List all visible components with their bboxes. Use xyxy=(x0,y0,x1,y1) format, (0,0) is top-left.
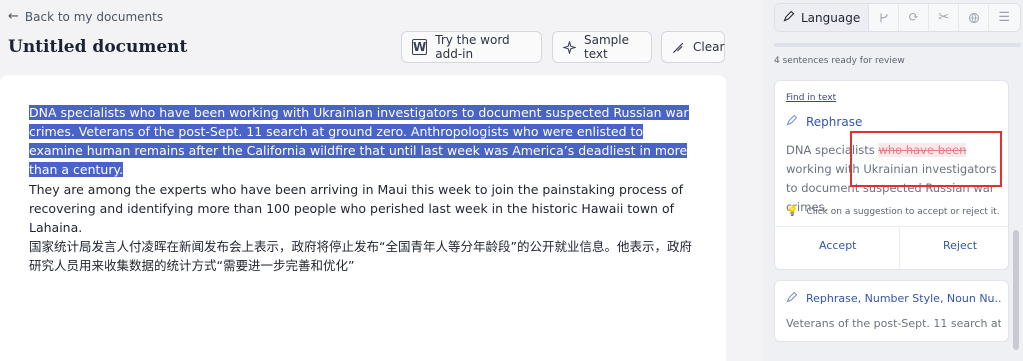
globe-icon[interactable] xyxy=(959,4,990,31)
clear-label: Clear xyxy=(693,40,725,54)
ready-count: 4 sentences ready for review xyxy=(774,56,905,66)
pen-icon xyxy=(786,291,798,306)
tab-language-label: Language xyxy=(801,10,861,25)
panel-tabs: Language ⟳ ✂ ☰ xyxy=(774,3,1021,32)
progress-bar xyxy=(774,43,1021,47)
eraser-icon xyxy=(672,39,685,55)
sample-text-button[interactable]: Sample text xyxy=(552,31,652,63)
arrow-left-icon: ← xyxy=(8,9,19,24)
scrollbar[interactable] xyxy=(1013,230,1019,350)
suggestion-type: Rephrase xyxy=(786,114,862,129)
lightbulb-icon: 💡 xyxy=(786,206,799,217)
divider xyxy=(899,227,900,269)
suggestion-card-collapsed[interactable]: Rephrase, Number Style, Noun Nu... Veter… xyxy=(774,280,1009,342)
branch-icon[interactable] xyxy=(869,4,900,31)
annotation-box xyxy=(850,131,1002,187)
suggestion-type-label: Rephrase xyxy=(806,114,863,129)
accept-button[interactable]: Accept xyxy=(819,239,857,252)
suggestion-type-label: Rephrase, Number Style, Noun Nu... xyxy=(806,292,1001,305)
refresh-icon[interactable]: ⟳ xyxy=(899,4,930,31)
back-label: Back to my documents xyxy=(24,9,164,24)
sparkle-icon xyxy=(563,39,576,55)
paragraph-chinese[interactable]: 国家统计局发言人付凌晖在新闻发布会上表示，政府将停止发布“全国青年人等分年龄段”… xyxy=(29,237,699,275)
paragraph[interactable]: They are among the experts who have been… xyxy=(29,180,699,275)
paragraph-selected[interactable]: DNA specialists who have been working wi… xyxy=(29,103,699,179)
word-addin-button[interactable]: W Try the word add-in xyxy=(401,31,542,63)
suggestion-type: Rephrase, Number Style, Noun Nu... xyxy=(786,291,1001,306)
divider xyxy=(775,226,1008,227)
page-title[interactable]: Untitled document xyxy=(8,37,187,57)
sample-text-label: Sample text xyxy=(584,33,629,61)
selected-text[interactable]: DNA specialists who have been working wi… xyxy=(29,105,689,177)
suggestion-preview: Veterans of the post-Sept. 11 search at … xyxy=(786,317,1001,330)
scissors-icon[interactable]: ✂ xyxy=(929,4,960,31)
review-panel: Language ⟳ ✂ ☰ 4 sentences ready for rev… xyxy=(762,0,1023,361)
reject-button[interactable]: Reject xyxy=(943,239,977,252)
text-editor[interactable]: DNA specialists who have been working wi… xyxy=(0,75,726,361)
back-link[interactable]: ← Back to my documents xyxy=(8,9,163,24)
suggestion-card[interactable]: Find in text Rephrase DNA specialists wh… xyxy=(774,80,1009,270)
hint-label: Click on a suggestion to accept or rejec… xyxy=(806,206,1000,217)
pen-icon xyxy=(783,10,795,25)
word-addin-label: Try the word add-in xyxy=(435,33,510,61)
find-in-text-link[interactable]: Find in text xyxy=(786,93,836,103)
document-area: ← Back to my documents Untitled document… xyxy=(0,0,760,361)
pen-icon xyxy=(786,114,798,129)
hint-text: 💡 Click on a suggestion to accept or rej… xyxy=(786,206,1000,217)
list-icon[interactable]: ☰ xyxy=(989,4,1019,31)
clear-button[interactable]: Clear xyxy=(661,31,725,63)
tab-language[interactable]: Language xyxy=(775,4,870,31)
word-icon: W xyxy=(412,39,428,55)
paragraph-english[interactable]: They are among the experts who have been… xyxy=(29,180,699,237)
